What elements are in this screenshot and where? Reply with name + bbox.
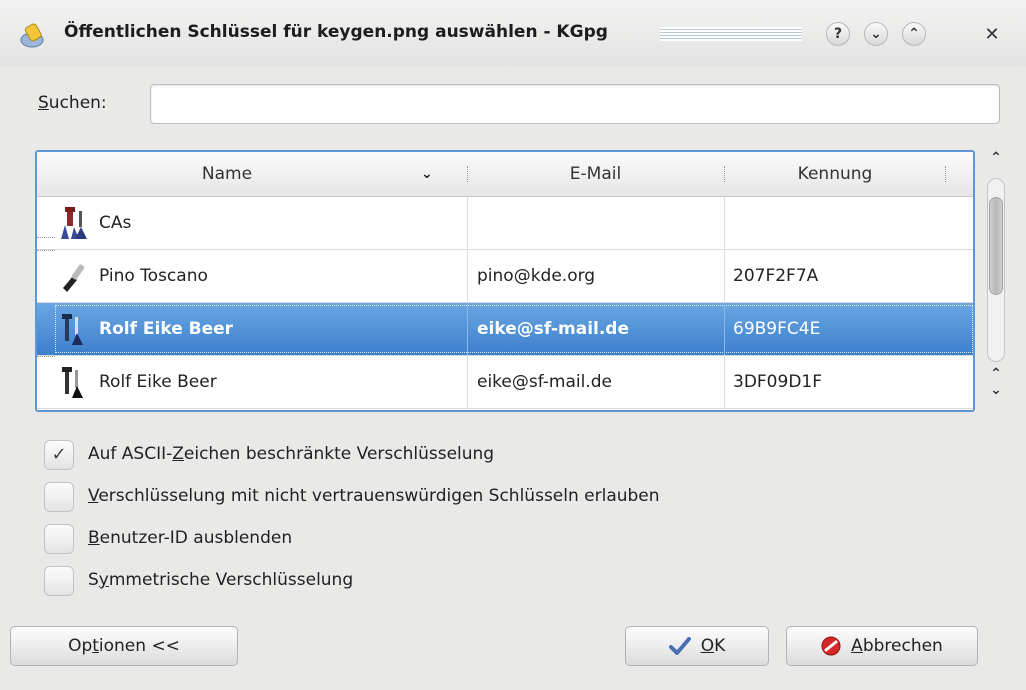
tree-branch-line [37, 237, 55, 238]
ascii-armor-label[interactable]: Auf ASCII-Zeichen beschränkte Verschlüss… [88, 444, 494, 464]
label-mnemonic: t [92, 636, 99, 656]
label-part: bbrechen [862, 636, 943, 656]
row-id: 207F2F7A [733, 266, 819, 286]
sort-chevron-icon[interactable]: ⌄ [421, 152, 433, 196]
label-part: Auf ASCII- [88, 444, 173, 464]
table-row[interactable]: CAs [37, 197, 973, 250]
search-label-mnemonic: S [38, 93, 49, 113]
row-id: 3DF09D1F [733, 372, 823, 392]
allow-untrusted-label[interactable]: Verschlüsselung mit nicht vertrauenswürd… [88, 486, 660, 506]
label-mnemonic: V [88, 486, 99, 506]
row-name: Rolf Eike Beer [99, 372, 217, 392]
cancel-button[interactable]: Abbrechen [786, 626, 978, 666]
options-button[interactable]: Optionen << [10, 626, 238, 666]
label-part: Op [68, 636, 93, 656]
column-header-name[interactable]: Name [37, 152, 417, 196]
ok-button-label: OK [701, 636, 726, 656]
table-header: Name ⌄ E-Mail Kennung [37, 152, 973, 197]
cell-divider [467, 356, 468, 408]
allow-untrusted-checkbox[interactable] [44, 482, 74, 512]
cell-divider [467, 250, 468, 302]
label-mnemonic: A [851, 636, 863, 656]
key-pair-group-icon [61, 207, 87, 239]
label-mnemonic: O [700, 636, 715, 656]
label-mnemonic: B [88, 528, 100, 548]
symmetric-encryption-label[interactable]: Symmetrische Verschlüsselung [88, 570, 353, 590]
hide-user-id-checkbox[interactable] [44, 524, 74, 554]
title-decoration [660, 27, 802, 41]
table-row[interactable]: Pino Toscano pino@kde.org 207F2F7A [37, 250, 973, 303]
tree-branch-line [37, 250, 55, 251]
search-label-text: uchen: [48, 93, 107, 113]
label-mnemonic: Z [172, 444, 184, 464]
key-icon [63, 264, 85, 292]
row-name: Rolf Eike Beer [99, 319, 234, 339]
label-part: erschlüsselung mit nicht vertrauenswürdi… [98, 486, 660, 506]
ascii-armor-checkbox[interactable]: ✓ [44, 440, 74, 470]
cell-divider [724, 303, 725, 355]
cell-divider [724, 197, 725, 249]
window-title: Öffentlichen Schlüssel für keygen.png au… [64, 22, 608, 42]
row-email: eike@sf-mail.de [477, 319, 630, 339]
column-header-id[interactable]: Kennung [725, 152, 945, 196]
key-pair-icon [62, 314, 83, 345]
label-part: enutzer-ID ausblenden [99, 528, 293, 548]
row-email: eike@sf-mail.de [477, 372, 613, 392]
title-bar: Öffentlichen Schlüssel für keygen.png au… [0, 0, 1026, 66]
maximize-button[interactable]: ⌃ [902, 22, 926, 46]
options-button-label: Optionen << [68, 636, 180, 656]
row-email: pino@kde.org [477, 266, 596, 286]
column-header-email[interactable]: E-Mail [467, 152, 724, 196]
cell-divider [467, 197, 468, 249]
label-part: mmetrische Verschlüsselung [108, 570, 354, 590]
label-part: ionen << [98, 636, 180, 656]
row-id: 69B9FC4E [733, 319, 821, 339]
scroll-updown-arrows-icon[interactable]: ⌃ ⌄ [984, 366, 1008, 398]
minimize-button[interactable]: ⌄ [864, 22, 888, 46]
close-button[interactable]: ✕ [980, 22, 1004, 46]
ok-button[interactable]: OK [625, 626, 769, 666]
hide-user-id-label[interactable]: Benutzer-ID ausblenden [88, 528, 292, 548]
key-table[interactable]: Name ⌄ E-Mail Kennung CAs Pino Toscano p… [35, 150, 975, 412]
cell-divider [724, 250, 725, 302]
label-part: S [88, 570, 99, 590]
search-label: Suchen: [38, 93, 107, 113]
row-name: Pino Toscano [99, 266, 208, 286]
scroll-thumb[interactable] [989, 197, 1003, 295]
label-part: eichen beschränkte Verschlüsselung [183, 444, 495, 464]
kgpg-app-icon [20, 23, 44, 48]
table-row[interactable]: Rolf Eike Beer eike@sf-mail.de 3DF09D1F [37, 356, 973, 409]
table-row-selected[interactable]: Rolf Eike Beer eike@sf-mail.de 69B9FC4E [37, 303, 973, 356]
help-button[interactable]: ? [826, 22, 850, 46]
cancel-icon [821, 636, 841, 656]
cell-divider [467, 303, 468, 355]
label-part: K [714, 636, 726, 656]
row-name: CAs [99, 213, 132, 233]
column-separator[interactable] [945, 166, 947, 182]
symmetric-encryption-checkbox[interactable] [44, 566, 74, 596]
label-mnemonic: y [98, 570, 109, 590]
key-pair-icon [62, 367, 83, 398]
vertical-scrollbar[interactable] [987, 178, 1005, 362]
tree-branch-line [37, 356, 55, 357]
search-input[interactable] [150, 84, 1000, 124]
scroll-up-arrow-icon[interactable]: ⌃ [984, 150, 1008, 166]
cancel-button-label: Abbrechen [851, 636, 943, 656]
cell-divider [724, 356, 725, 408]
checkmark-icon [668, 637, 691, 655]
